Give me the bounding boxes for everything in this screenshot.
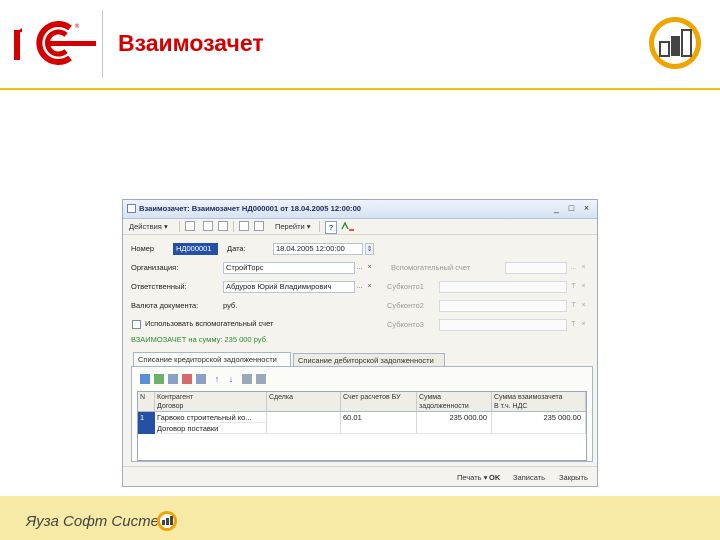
copy-row-icon[interactable]	[154, 374, 164, 384]
ok-button[interactable]: OK	[489, 472, 500, 483]
row-deal[interactable]	[267, 412, 341, 434]
print-button[interactable]: Печать ▾	[457, 472, 487, 483]
number-field[interactable]: НД000001	[173, 243, 218, 255]
number-label: Номер	[131, 244, 155, 253]
aux-account-clear-button[interactable]: ×	[579, 262, 588, 274]
offset-total-text: ВЗАИМОЗАЧЕТ на сумму: 235 000 руб.	[131, 335, 268, 344]
row-contract[interactable]: Договор поставки	[155, 423, 267, 434]
window-titlebar[interactable]: Взаимозачет: Взаимозачет НД000001 от 18.…	[123, 200, 597, 219]
column-header-deal[interactable]: Сделка	[267, 392, 341, 412]
subconto1-clear-button[interactable]: ×	[579, 281, 588, 293]
subconto2-type-button[interactable]: T	[569, 300, 578, 312]
1c-logo: ®	[14, 21, 96, 65]
company-logo-icon	[649, 17, 701, 69]
column-header-debt[interactable]: Сумма задолженности	[417, 392, 492, 412]
subconto3-type-button[interactable]: T	[569, 319, 578, 331]
responsible-field[interactable]: Абдуров Юрий Владимирович	[223, 281, 355, 293]
toolbar: Действия ▾ Перейти ▾ ?	[123, 219, 597, 235]
row-debt-amount[interactable]: 235 000.00	[417, 412, 492, 434]
subconto2-label: Субконто2	[387, 301, 424, 310]
organization-label: Организация:	[131, 263, 179, 272]
tab-panel: ↑ ↓ N Контрагент Договор Сделка Счет рас…	[131, 366, 593, 462]
help-icon[interactable]: ?	[325, 221, 337, 234]
subconto1-type-button[interactable]: T	[569, 281, 578, 293]
header-divider	[102, 10, 103, 78]
aux-account-label: Вспомогательный счет	[391, 263, 471, 272]
add-row-icon[interactable]	[140, 374, 150, 384]
subconto3-field[interactable]	[439, 319, 567, 331]
organization-clear-button[interactable]: ×	[365, 262, 374, 274]
bottom-button-bar: Печать ▾ OK Записать Закрыть	[123, 466, 597, 487]
column-header-contractor[interactable]: Контрагент Договор	[155, 392, 267, 412]
maximize-button[interactable]: □	[566, 203, 577, 214]
sort-asc-icon[interactable]	[242, 374, 252, 384]
subconto3-label: Субконто3	[387, 320, 424, 329]
subconto1-label: Субконто1	[387, 282, 424, 291]
subconto1-field[interactable]	[439, 281, 567, 293]
responsible-label: Ответственный:	[131, 282, 187, 291]
organization-select-button[interactable]: …	[355, 262, 364, 274]
currency-value: руб.	[223, 301, 238, 310]
date-spin-button[interactable]: ⇕	[365, 243, 374, 255]
row-contractor[interactable]: Гарвоко строительный ко...	[155, 412, 267, 423]
aux-account-field[interactable]	[505, 262, 567, 274]
delete-row-icon[interactable]	[182, 374, 192, 384]
row-number: 1	[140, 413, 145, 422]
header-underline	[0, 88, 720, 90]
toolbar-separator	[179, 221, 180, 232]
minimize-button[interactable]: _	[551, 203, 562, 214]
column-header-contractor-label: Контрагент	[157, 394, 194, 401]
toolbar-separator	[319, 221, 320, 232]
use-aux-account-checkbox[interactable]	[132, 320, 141, 329]
tab-creditor-debt[interactable]: Списание кредиторской задолженности	[133, 352, 291, 366]
close-button[interactable]: ×	[581, 203, 592, 214]
move-up-icon[interactable]: ↑	[212, 374, 222, 384]
row-offset-amount[interactable]: 235 000.00	[492, 412, 586, 434]
footer-company-name: Яуза Софт Системз	[26, 513, 176, 530]
offset-table: N Контрагент Договор Сделка Счет расчето…	[137, 391, 587, 461]
fill-table-icon[interactable]	[196, 374, 206, 384]
journal-icon[interactable]	[254, 221, 264, 231]
subconto2-field[interactable]	[439, 300, 567, 312]
offset-document-window: Взаимозачет: Взаимозачет НД000001 от 18.…	[122, 199, 598, 487]
structure-icon[interactable]	[239, 221, 249, 231]
close-form-button[interactable]: Закрыть	[559, 472, 588, 483]
document-icon	[127, 204, 136, 213]
column-header-contract-label: Договор	[157, 403, 184, 410]
move-down-icon[interactable]: ↓	[226, 374, 236, 384]
column-header-offset[interactable]: Сумма взаимозачета В т.ч. НДС	[492, 392, 586, 412]
edit-row-icon[interactable]	[168, 374, 178, 384]
currency-label: Валюта документа:	[131, 301, 199, 310]
company-emblem-icon	[157, 511, 177, 531]
save-button[interactable]: Записать	[513, 472, 545, 483]
copy-icon[interactable]	[185, 221, 195, 231]
column-header-n[interactable]: N	[138, 392, 155, 412]
goto-menu[interactable]: Перейти ▾	[275, 221, 311, 232]
slide-title: Взаимозачет	[118, 30, 264, 56]
column-header-account[interactable]: Счет расчетов БУ	[341, 392, 417, 412]
responsible-select-button[interactable]: …	[355, 281, 364, 293]
date-field[interactable]: 18.04.2005 12:00:00	[273, 243, 363, 255]
tab-debtor-debt[interactable]: Списание дебиторской задолженности	[293, 353, 445, 366]
actions-menu[interactable]: Действия ▾	[129, 221, 168, 232]
post-icon[interactable]	[203, 221, 213, 231]
use-aux-account-label: Использовать вспомогательный счет	[145, 319, 274, 328]
refresh-icon[interactable]	[218, 221, 228, 231]
row-account[interactable]: 60.01	[341, 412, 417, 434]
subconto2-clear-button[interactable]: ×	[579, 300, 588, 312]
column-header-vat-label: В т.ч. НДС	[494, 403, 528, 410]
toolbar-separator	[233, 221, 234, 232]
aux-account-select-button[interactable]: …	[569, 262, 578, 274]
column-header-offset-label: Сумма взаимозачета	[494, 394, 563, 401]
date-label: Дата:	[227, 244, 246, 253]
svg-text:®: ®	[74, 23, 80, 30]
window-title: Взаимозачет: Взаимозачет НД000001 от 18.…	[139, 204, 362, 213]
organization-field[interactable]: СтройТорс	[223, 262, 355, 274]
subconto3-clear-button[interactable]: ×	[579, 319, 588, 331]
sort-desc-icon[interactable]	[256, 374, 266, 384]
posting-icon[interactable]	[341, 221, 355, 232]
responsible-clear-button[interactable]: ×	[365, 281, 374, 293]
